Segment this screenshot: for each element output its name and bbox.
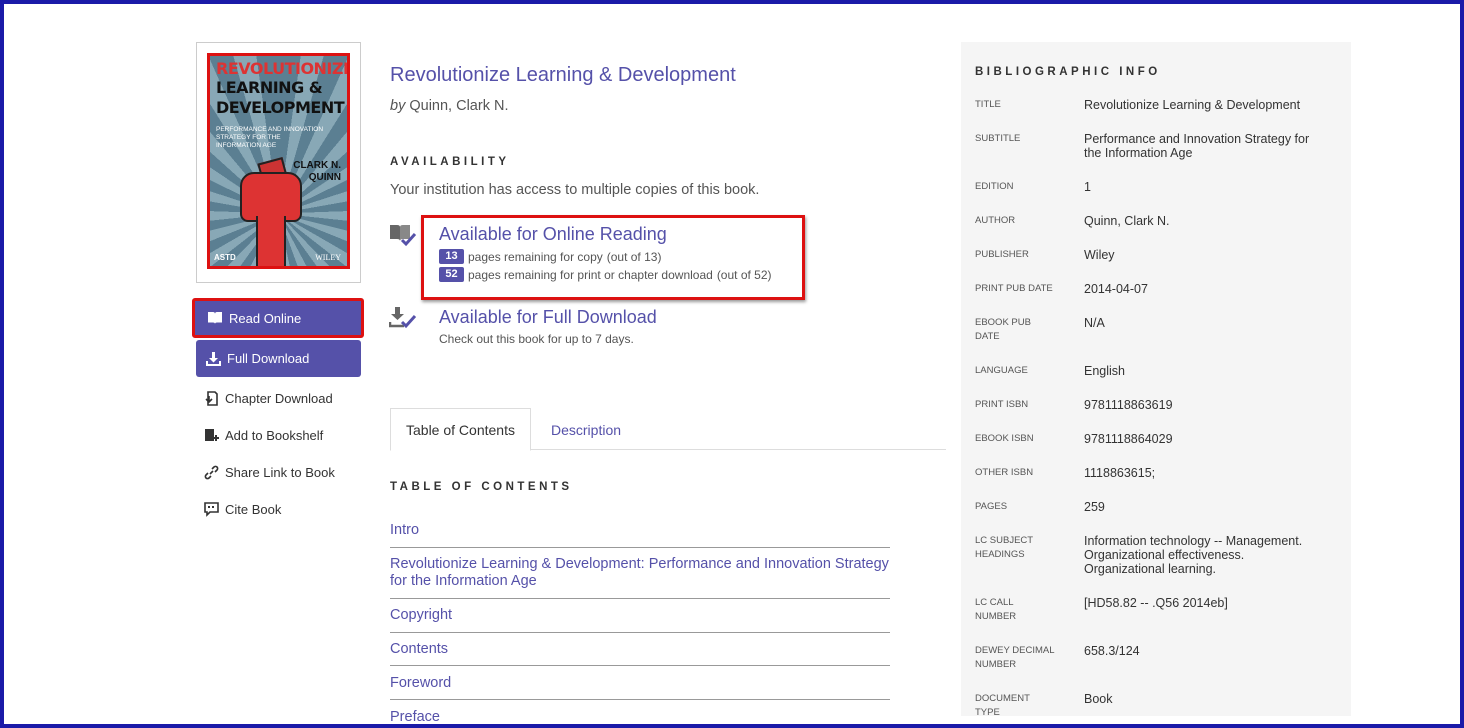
cover-publisher-right: WILEY — [315, 253, 341, 262]
chapter-download-label: Chapter Download — [225, 391, 333, 406]
biblio-value: Revolutionize Learning & Development — [1084, 98, 1301, 112]
bibliographic-info-panel: BIBLIOGRAPHIC INFO TITLE Revolutionize L… — [961, 42, 1351, 718]
cover-publisher-left: ASTD — [214, 253, 236, 262]
book-cover-frame: REVOLUTIONIZE LEARNING & DEVELOPMENT PERF… — [196, 42, 361, 283]
biblio-label: TITLE — [975, 99, 1001, 110]
tab-description[interactable]: Description — [536, 408, 636, 451]
book-title: Revolutionize Learning & Development — [390, 64, 736, 86]
biblio-label: PUBLISHER — [975, 249, 1029, 260]
biblio-value: 1118863615; — [1084, 466, 1156, 480]
copy-text: pages remaining for copy — [468, 249, 603, 264]
share-link-link[interactable]: Share Link to Book — [204, 465, 335, 480]
full-download-title[interactable]: Available for Full Download — [439, 307, 657, 328]
quote-icon — [204, 502, 219, 517]
toc-item[interactable]: Contents — [390, 641, 890, 666]
biblio-value: 1 — [1084, 180, 1091, 194]
toc-item[interactable]: Foreword — [390, 675, 890, 700]
biblio-label: PRINT ISBN — [975, 399, 1029, 410]
book-cover-image[interactable]: REVOLUTIONIZE LEARNING & DEVELOPMENT PERF… — [207, 53, 350, 269]
biblio-value: Book — [1084, 692, 1113, 706]
biblio-label: LANGUAGE — [975, 365, 1028, 376]
copy-count-badge: 13 — [439, 249, 464, 264]
print-pages-line: 52 pages remaining for print or chapter … — [439, 267, 772, 282]
toc-item[interactable]: Intro — [390, 522, 890, 548]
print-text: pages remaining for print or chapter dow… — [468, 267, 713, 282]
author-by-label: by — [390, 98, 406, 114]
add-to-bookshelf-label: Add to Bookshelf — [225, 428, 324, 443]
biblio-label: PAGES — [975, 501, 1008, 512]
add-to-bookshelf-link[interactable]: Add to Bookshelf — [204, 428, 323, 443]
cite-book-label: Cite Book — [225, 502, 282, 517]
toc-item[interactable]: Copyright — [390, 607, 890, 633]
biblio-label: EBOOK ISBN — [975, 433, 1034, 444]
biblio-label: EBOOK PUB DATE — [975, 317, 1031, 342]
full-download-button[interactable]: Full Download — [196, 340, 361, 377]
biblio-value: 259 — [1084, 500, 1105, 514]
biblio-label: SUBTITLE — [975, 133, 1021, 144]
biblio-label: DEWEY DECIMAL NUMBER — [975, 645, 1055, 670]
share-link-label: Share Link to Book — [225, 465, 335, 480]
full-download-text: Check out this book for up to 7 days. — [439, 332, 634, 346]
copy-total: (out of 13) — [606, 249, 662, 264]
biblio-value: 9781118864029 — [1084, 432, 1173, 446]
biblio-value: N/A — [1084, 316, 1105, 330]
page-frame: REVOLUTIONIZE LEARNING & DEVELOPMENT PERF… — [4, 4, 1460, 724]
online-reading-title[interactable]: Available for Online Reading — [439, 224, 667, 245]
copy-pages-line: 13 pages remaining for copy (out of 13) — [439, 249, 661, 264]
download-icon — [206, 352, 221, 366]
biblio-label: DOCUMENT TYPE — [975, 693, 1030, 718]
biblio-label: EDITION — [975, 181, 1014, 192]
author-name[interactable]: Quinn, Clark N. — [409, 98, 508, 114]
biblio-value: Wiley — [1084, 248, 1115, 262]
biblio-label: PRINT PUB DATE — [975, 283, 1053, 294]
add-to-bookshelf-icon — [205, 429, 219, 441]
read-online-button[interactable]: Read Online — [192, 298, 364, 338]
toc-item[interactable]: Preface — [390, 709, 890, 724]
cover-author: CLARK N. QUINN — [293, 160, 341, 183]
link-icon — [204, 465, 219, 480]
chapter-download-icon — [205, 391, 218, 406]
full-download-label: Full Download — [227, 351, 310, 366]
toc-heading: TABLE OF CONTENTS — [390, 481, 573, 493]
toc-item[interactable]: Revolutionize Learning & Development: Pe… — [390, 556, 890, 599]
biblio-value: [HD58.82 -- .Q56 2014eb] — [1084, 596, 1228, 610]
print-total: (out of 52) — [716, 267, 772, 282]
biblio-value: Information technology -- Management. Or… — [1084, 534, 1303, 576]
cover-subtitle: PERFORMANCE AND INNOVATION STRATEGY FOR … — [216, 126, 324, 149]
bibliographic-heading: BIBLIOGRAPHIC INFO — [975, 66, 1161, 78]
biblio-value: 9781118863619 — [1084, 398, 1173, 412]
availability-heading: AVAILABILITY — [390, 156, 510, 168]
biblio-label: OTHER ISBN — [975, 467, 1034, 478]
cover-title-line1: REVOLUTIONIZE — [216, 59, 350, 78]
tab-table-of-contents[interactable]: Table of Contents — [390, 408, 531, 451]
content-tabs: Table of Contents Description — [390, 408, 946, 451]
biblio-value: 2014-04-07 — [1084, 282, 1148, 296]
chapter-download-link[interactable]: Chapter Download — [204, 391, 333, 406]
biblio-value: Performance and Innovation Strategy for … — [1084, 132, 1310, 160]
biblio-label: LC SUBJECT HEADINGS — [975, 535, 1033, 560]
book-check-icon — [390, 225, 417, 247]
book-author: by Quinn, Clark N. — [390, 98, 508, 114]
read-online-label: Read Online — [229, 310, 302, 326]
print-count-badge: 52 — [439, 267, 464, 282]
download-check-icon — [389, 307, 417, 329]
biblio-label: AUTHOR — [975, 215, 1016, 226]
biblio-label: LC CALL NUMBER — [975, 597, 1017, 622]
cite-book-link[interactable]: Cite Book — [204, 502, 281, 517]
biblio-value[interactable]: Quinn, Clark N. — [1084, 214, 1329, 228]
open-book-icon — [208, 312, 222, 324]
biblio-value: 658.3/124 — [1084, 644, 1140, 658]
cover-title-line2: LEARNING & DEVELOPMENT — [216, 78, 345, 117]
access-text: Your institution has access to multiple … — [390, 182, 760, 198]
biblio-value: English — [1084, 364, 1125, 378]
